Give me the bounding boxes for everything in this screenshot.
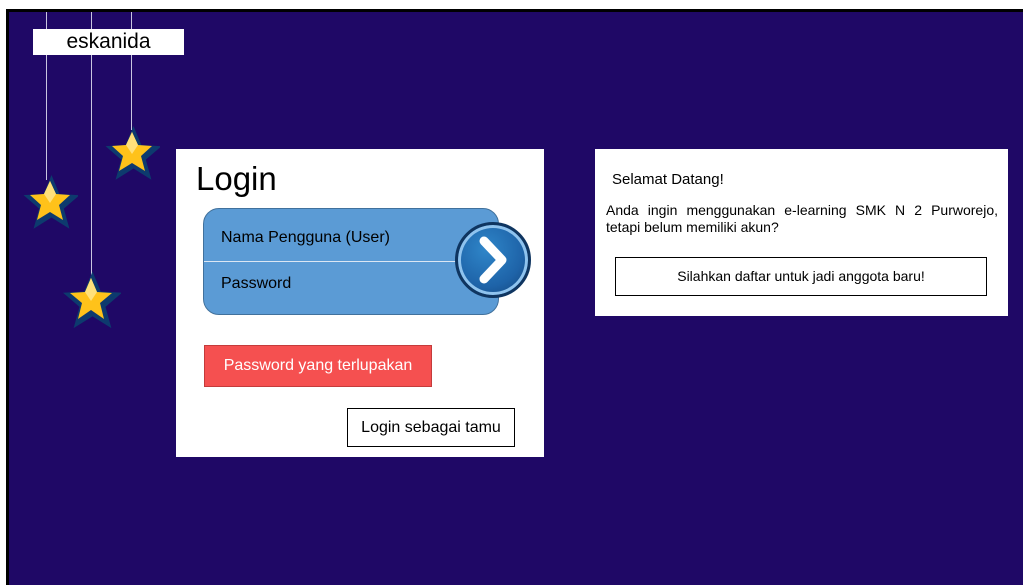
welcome-panel: Selamat Datang! Anda ingin menggunakan e… — [595, 149, 1008, 316]
chevron-right-icon — [479, 236, 507, 284]
login-panel: Login Nama Pengguna (User) Password Pass… — [176, 149, 544, 457]
login-title: Login — [196, 160, 277, 197]
brand-name: eskanida — [33, 29, 184, 55]
password-field[interactable]: Password — [221, 275, 291, 293]
welcome-message: Anda ingin menggunakan e-learning SMK N … — [606, 202, 998, 235]
app-frame: eskanida Login Nama Pengguna (User) Pass… — [6, 9, 1023, 585]
star-icon — [105, 125, 160, 180]
forgot-password-button[interactable]: Password yang terlupakan — [204, 345, 432, 387]
username-field[interactable]: Nama Pengguna (User) — [221, 229, 390, 247]
welcome-title: Selamat Datang! — [612, 171, 724, 188]
star-icon — [23, 174, 78, 229]
login-submit-button[interactable] — [455, 222, 531, 298]
register-button[interactable]: Silahkan daftar untuk jadi anggota baru! — [615, 257, 987, 296]
star-icon — [62, 271, 121, 329]
guest-login-button[interactable]: Login sebagai tamu — [347, 408, 515, 447]
credentials-divider — [204, 261, 464, 262]
